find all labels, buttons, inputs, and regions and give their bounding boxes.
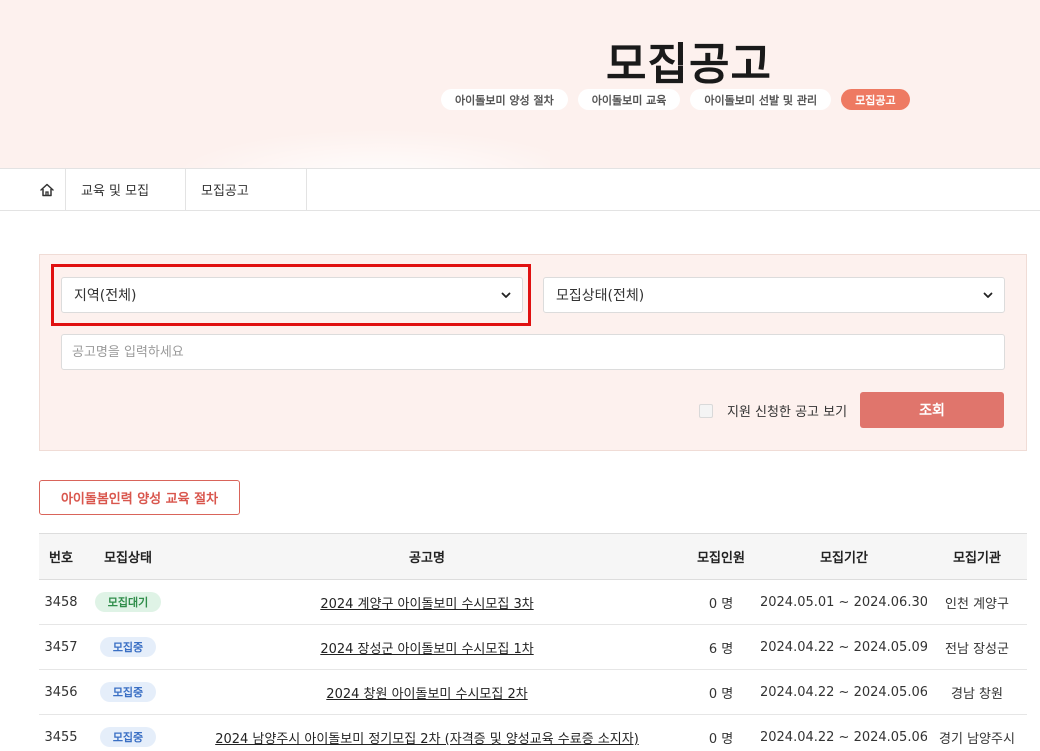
status-badge: 모집중: [99, 682, 157, 702]
notice-title-link[interactable]: 2024 계양구 아이돌보미 수시모집 3차: [320, 593, 533, 612]
header-period: 모집기간: [820, 551, 868, 566]
notice-title-link[interactable]: 2024 장성군 아이돌보미 수시모집 1차: [320, 638, 533, 657]
row-organization: 전남 장성군: [945, 641, 1009, 657]
home-icon: [39, 183, 54, 196]
row-title: 2024 장성군 아이돌보미 수시모집 1차: [173, 625, 681, 669]
breadcrumb-education-recruitment[interactable]: 교육 및 모집: [66, 169, 186, 210]
applied-checkbox[interactable]: [699, 403, 713, 418]
row-organization: 경남 창원: [951, 686, 1003, 702]
title-search-input[interactable]: [61, 334, 1005, 370]
row-period: 2024.04.22 ~ 2024.05.09: [761, 639, 927, 655]
breadcrumb-home[interactable]: [28, 169, 66, 210]
row-organization: 경기 남양주시: [939, 731, 1015, 747]
row-status: 모집중: [83, 715, 173, 751]
table-header: 번호 모집상태 공고명 모집인원 모집기간 모집기관: [39, 533, 1027, 580]
row-count: 0 명: [708, 596, 734, 612]
status-badge: 모집대기: [94, 592, 162, 612]
status-badge: 모집중: [99, 727, 157, 747]
table-row: 3458 모집대기 2024 계양구 아이돌보미 수시모집 3차 0 명 202…: [39, 580, 1027, 625]
row-title: 2024 남양주시 아이돌보미 정기모집 2차 (자격증 및 양성교육 수료증 …: [173, 715, 681, 751]
hero-banner: 모집공고 아이돌보미 양성 절차 아이돌보미 교육 아이돌보미 선발 및 관리 …: [0, 0, 1040, 168]
tab-selection-management[interactable]: 아이돌보미 선발 및 관리: [690, 89, 832, 110]
notice-title-link[interactable]: 2024 남양주시 아이돌보미 정기모집 2차 (자격증 및 양성교육 수료증 …: [215, 728, 639, 747]
row-number: 3456: [44, 684, 78, 700]
notice-title-link[interactable]: 2024 창원 아이돌보미 수시모집 2차: [326, 683, 527, 702]
row-title: 2024 계양구 아이돌보미 수시모집 3차: [173, 580, 681, 624]
tab-recruitment[interactable]: 모집공고: [841, 89, 910, 110]
row-status: 모집중: [83, 625, 173, 669]
row-number: 3457: [44, 639, 78, 655]
header-organization: 모집기관: [953, 551, 1001, 566]
row-number: 3455: [44, 729, 78, 745]
row-number: 3458: [44, 594, 78, 610]
hero-decoration: [130, 120, 550, 168]
applied-filter: 지원 신청한 공고 보기: [699, 401, 847, 420]
applied-checkbox-label: 지원 신청한 공고 보기: [727, 405, 848, 420]
table-row: 3456 모집중 2024 창원 아이돌보미 수시모집 2차 0 명 2024.…: [39, 670, 1027, 715]
row-count: 0 명: [708, 686, 734, 702]
status-select-value: 모집상태(전체): [556, 288, 645, 304]
search-panel: 지역(전체) 모집상태(전체) 지원 신청한 공고 보기 조회: [39, 254, 1027, 451]
row-organization: 인천 계양구: [945, 596, 1009, 612]
tab-education[interactable]: 아이돌보미 교육: [577, 89, 681, 110]
page-title: 모집공고: [606, 39, 772, 90]
chevron-down-icon: [501, 292, 511, 298]
header-title: 공고명: [409, 551, 445, 566]
region-select[interactable]: 지역(전체): [61, 277, 523, 313]
hero-tab-bar: 아이돌보미 양성 절차 아이돌보미 교육 아이돌보미 선발 및 관리 모집공고: [441, 89, 910, 110]
row-status: 모집중: [83, 670, 173, 714]
row-period: 2024.04.22 ~ 2024.05.06: [761, 684, 927, 700]
row-count: 6 명: [708, 641, 734, 657]
header-number: 번호: [49, 551, 73, 566]
tab-training-procedure[interactable]: 아이돌보미 양성 절차: [441, 89, 568, 110]
recruitment-table: 번호 모집상태 공고명 모집인원 모집기간 모집기관 3458 모집대기 202…: [39, 533, 1027, 751]
row-count: 0 명: [708, 731, 734, 747]
search-button[interactable]: 조회: [860, 392, 1004, 428]
breadcrumb: 교육 및 모집 모집공고: [0, 168, 1040, 211]
row-status: 모집대기: [83, 580, 173, 624]
row-period: 2024.05.01 ~ 2024.06.30: [761, 594, 927, 610]
header-status: 모집상태: [104, 551, 152, 566]
status-select[interactable]: 모집상태(전체): [543, 277, 1005, 313]
region-select-value: 지역(전체): [74, 288, 137, 304]
row-title: 2024 창원 아이돌보미 수시모집 2차: [173, 670, 681, 714]
table-row: 3457 모집중 2024 장성군 아이돌보미 수시모집 1차 6 명 2024…: [39, 625, 1027, 670]
status-badge: 모집중: [99, 637, 157, 657]
training-procedure-button[interactable]: 아이돌봄인력 양성 교육 절차: [39, 480, 240, 515]
breadcrumb-recruitment-notice[interactable]: 모집공고: [186, 169, 307, 210]
chevron-down-icon: [983, 292, 993, 298]
header-count: 모집인원: [697, 551, 745, 566]
table-row: 3455 모집중 2024 남양주시 아이돌보미 정기모집 2차 (자격증 및 …: [39, 715, 1027, 751]
row-period: 2024.04.22 ~ 2024.05.06: [761, 729, 927, 745]
